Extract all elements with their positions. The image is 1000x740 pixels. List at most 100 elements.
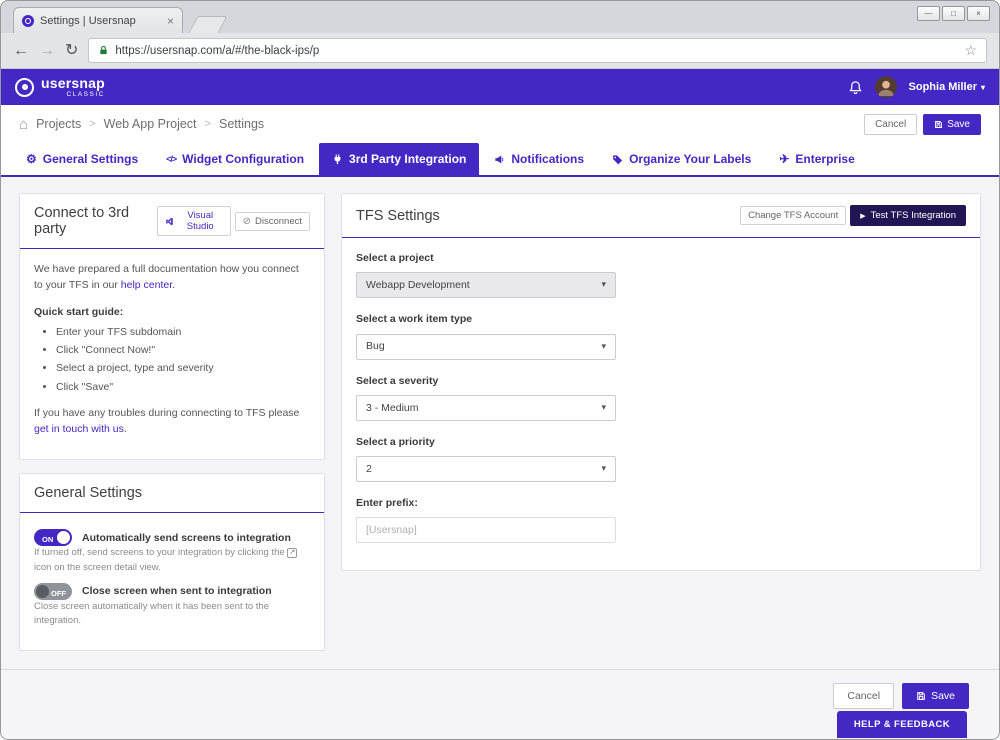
user-menu[interactable]: Sophia Miller ▾	[909, 81, 985, 93]
breadcrumb-project-name[interactable]: Web App Project	[104, 117, 197, 131]
troubles-text-main: If you have any troubles during connecti…	[34, 406, 300, 419]
card-title: TFS Settings	[356, 207, 440, 224]
notifications-bell-icon[interactable]	[848, 80, 863, 95]
list-item: Click "Save"	[56, 379, 310, 395]
general-settings-header: General Settings	[20, 474, 324, 514]
browser-tab[interactable]: Settings | Usersnap ×	[13, 7, 183, 33]
settings-content: Connect to 3rd party Visual Studio ⊘ Dis…	[1, 177, 999, 739]
field-work-item-type: Select a work item type Bug ▾	[356, 311, 966, 360]
troubles-text: If you have any troubles during connecti…	[34, 405, 310, 438]
breadcrumb: ⌂ Projects > Web App Project > Settings …	[1, 105, 999, 143]
breadcrumb-actions: Cancel Save	[864, 113, 981, 135]
quick-start-list: Enter your TFS subdomain Click "Connect …	[34, 324, 310, 395]
card-title: General Settings	[34, 485, 143, 502]
connect-card-body: We have prepared a full documentation ho…	[20, 249, 324, 459]
work-item-type-select[interactable]: Bug ▾	[356, 333, 616, 360]
toggle-title: Close screen when sent to integration	[82, 585, 272, 598]
maximize-button[interactable]: □	[942, 6, 965, 21]
field-label: Select a severity	[356, 374, 439, 387]
list-item: Select a project, type and severity	[56, 360, 310, 376]
get-in-touch-link[interactable]: get in touch with us	[34, 423, 124, 435]
toggle-knob	[36, 584, 49, 598]
forward-button[interactable]: →	[39, 42, 55, 59]
home-icon[interactable]: ⌂	[19, 116, 28, 133]
tag-icon	[612, 154, 623, 165]
save-icon	[916, 691, 926, 701]
settings-tabs: ⚙ General Settings </> Widget Configurat…	[1, 143, 999, 177]
header-actions: Sophia Miller ▾	[848, 76, 985, 98]
toggle-title: Automatically send screens to integratio…	[82, 531, 291, 544]
tab-general-settings[interactable]: ⚙ General Settings	[13, 143, 151, 175]
tab-3rd-party-integration[interactable]: 3rd Party Integration	[319, 143, 480, 175]
field-prefix: Enter prefix:	[356, 495, 966, 544]
priority-select[interactable]: 2 ▾	[356, 456, 616, 483]
severity-select[interactable]: 3 - Medium ▾	[356, 394, 616, 421]
tab-label: Enterprise	[795, 152, 855, 166]
toggle-state-label: OFF	[51, 588, 66, 598]
gear-icon: ⚙	[26, 152, 37, 166]
intro-text: We have prepared a full documentation ho…	[34, 261, 310, 294]
change-tfs-account-button[interactable]: Change TFS Account	[740, 206, 847, 225]
disconnect-button[interactable]: ⊘ Disconnect	[234, 211, 310, 231]
disconnect-label: Disconnect	[255, 215, 302, 227]
help-feedback-button[interactable]: HELP & FEEDBACK	[836, 711, 967, 738]
field-severity: Select a severity 3 - Medium ▾	[356, 373, 966, 421]
test-tfs-integration-button[interactable]: ▶ Test TFS Integration	[850, 205, 966, 226]
select-value: 3 - Medium	[366, 401, 419, 414]
tab-label: Notifications	[511, 152, 585, 166]
connect-card-header: Connect to 3rd party Visual Studio ⊘ Dis…	[20, 194, 324, 249]
minimize-button[interactable]: —	[917, 6, 940, 21]
browser-window: Settings | Usersnap × — □ × ← → ↻ https:…	[0, 0, 1000, 740]
tab-enterprise[interactable]: ✈ Enterprise	[766, 143, 867, 175]
tab-label: 3rd Party Integration	[349, 152, 467, 166]
tab-widget-configuration[interactable]: </> Widget Configuration	[153, 143, 317, 175]
select-value: 2	[366, 462, 372, 475]
user-avatar[interactable]	[874, 76, 897, 98]
close-screen-toggle[interactable]: OFF	[34, 582, 72, 600]
caret-down-icon: ▾	[601, 401, 606, 412]
card-title: Connect to 3rd party	[34, 205, 130, 237]
save-button-label: Save	[931, 690, 955, 703]
address-bar[interactable]: https://usersnap.com/a/#/the-black-ips/p…	[88, 38, 987, 63]
new-tab-button[interactable]	[188, 16, 228, 33]
list-item: Click "Connect Now!"	[56, 342, 310, 358]
toggle-state-label: ON	[42, 535, 54, 545]
save-button-label: Save	[947, 118, 970, 130]
browser-navbar: ← → ↻ https://usersnap.com/a/#/the-black…	[1, 33, 999, 69]
help-center-link[interactable]: help center	[121, 279, 172, 291]
tfs-settings-body: Select a project Webapp Development ▾ Se…	[342, 238, 980, 570]
prefix-input[interactable]	[356, 517, 616, 544]
url-text: https://usersnap.com/a/#/the-black-ips/p	[115, 44, 320, 57]
field-priority: Select a priority 2 ▾	[356, 434, 966, 483]
logo-text: usersnap	[41, 74, 105, 91]
auto-send-toggle-row: ON Automatically send screens to integra…	[34, 529, 310, 547]
logo-subtext: CLASSIC	[66, 90, 105, 98]
toggle-description: If turned off, send screens to your inte…	[34, 546, 310, 575]
refresh-button[interactable]: ↻	[65, 42, 78, 59]
save-button[interactable]: Save	[923, 113, 981, 135]
cancel-button[interactable]: Cancel	[833, 683, 895, 710]
close-button[interactable]: ×	[967, 6, 990, 21]
back-button[interactable]: ←	[13, 42, 29, 59]
cancel-button[interactable]: Cancel	[864, 113, 918, 135]
tab-close-icon[interactable]: ×	[167, 15, 174, 27]
save-icon	[934, 120, 943, 129]
tab-notifications[interactable]: Notifications	[481, 143, 597, 175]
tab-organize-your-labels[interactable]: Organize Your Labels	[599, 143, 764, 175]
list-item: Enter your TFS subdomain	[56, 324, 310, 340]
app-header: usersnap CLASSIC Sophia Miller ▾	[1, 69, 999, 105]
general-settings-body: ON Automatically send screens to integra…	[20, 513, 324, 650]
select-value: Bug	[366, 340, 385, 353]
usersnap-logo[interactable]: usersnap CLASSIC	[15, 76, 105, 99]
breadcrumb-settings: Settings	[218, 117, 265, 131]
bookmark-star-icon[interactable]: ☆	[964, 42, 977, 59]
external-link-icon: ↗	[287, 548, 298, 559]
browser-titlebar: Settings | Usersnap × — □ ×	[1, 1, 999, 33]
project-select[interactable]: Webapp Development ▾	[356, 272, 616, 299]
visual-studio-button[interactable]: Visual Studio	[156, 206, 231, 236]
caret-down-icon: ▾	[601, 279, 606, 290]
plane-icon: ✈	[779, 152, 790, 166]
auto-send-toggle[interactable]: ON	[34, 529, 72, 547]
save-button[interactable]: Save	[902, 683, 969, 710]
breadcrumb-projects[interactable]: Projects	[36, 117, 81, 131]
